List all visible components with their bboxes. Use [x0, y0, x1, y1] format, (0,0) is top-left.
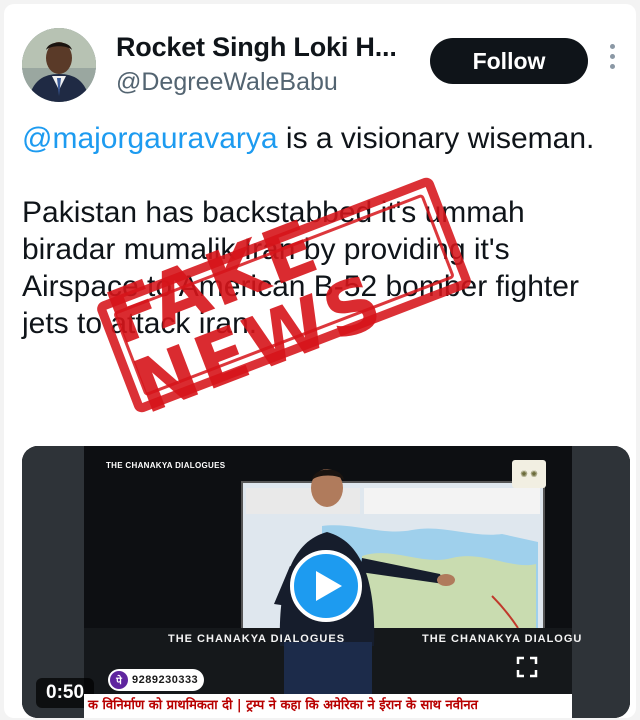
- fullscreen-icon[interactable]: [516, 656, 538, 678]
- avatar-image: [22, 28, 96, 102]
- desk-label-left: THE CHANAKYA DIALOGUES: [168, 633, 346, 645]
- author-handle[interactable]: @DegreeWaleBabu: [116, 68, 338, 97]
- tweet-line-text: is a visionary wiseman.: [277, 122, 595, 155]
- support-badge: पे 9289230333: [108, 669, 205, 691]
- support-number: 9289230333: [132, 674, 199, 686]
- tweet-text: @majorgauravarya is a visionary wiseman.…: [22, 120, 612, 342]
- follow-button[interactable]: Follow: [430, 38, 588, 84]
- tweet-paragraph: @majorgauravarya is a visionary wiseman.: [22, 120, 612, 157]
- play-icon: [316, 571, 342, 601]
- show-logo: THE CHANAKYA DIALOGUES: [106, 461, 226, 470]
- mention-link[interactable]: @majorgauravarya: [22, 122, 278, 155]
- tweet-paragraph-2: Pakistan has backstabbed it's ummah bira…: [22, 196, 579, 340]
- video-player[interactable]: THE CHANAKYA DIALOGUES ✺ ✺ THE CHANAKYA …: [22, 446, 630, 718]
- payment-icon: पे: [110, 671, 128, 689]
- avatar[interactable]: [22, 28, 96, 102]
- emblem-icon: ✺ ✺: [512, 460, 546, 488]
- author-display-name[interactable]: Rocket Singh Loki H...: [116, 32, 397, 63]
- tweet-card: Rocket Singh Loki H... @DegreeWaleBabu F…: [4, 4, 636, 718]
- news-ticker: क विनिर्माण को प्राथमिकता दी | ट्रम्प ने…: [84, 694, 572, 718]
- more-vertical-icon[interactable]: [606, 44, 618, 78]
- desk-label-right: THE CHANAKYA DIALOGU: [422, 633, 583, 645]
- play-button[interactable]: [290, 550, 362, 622]
